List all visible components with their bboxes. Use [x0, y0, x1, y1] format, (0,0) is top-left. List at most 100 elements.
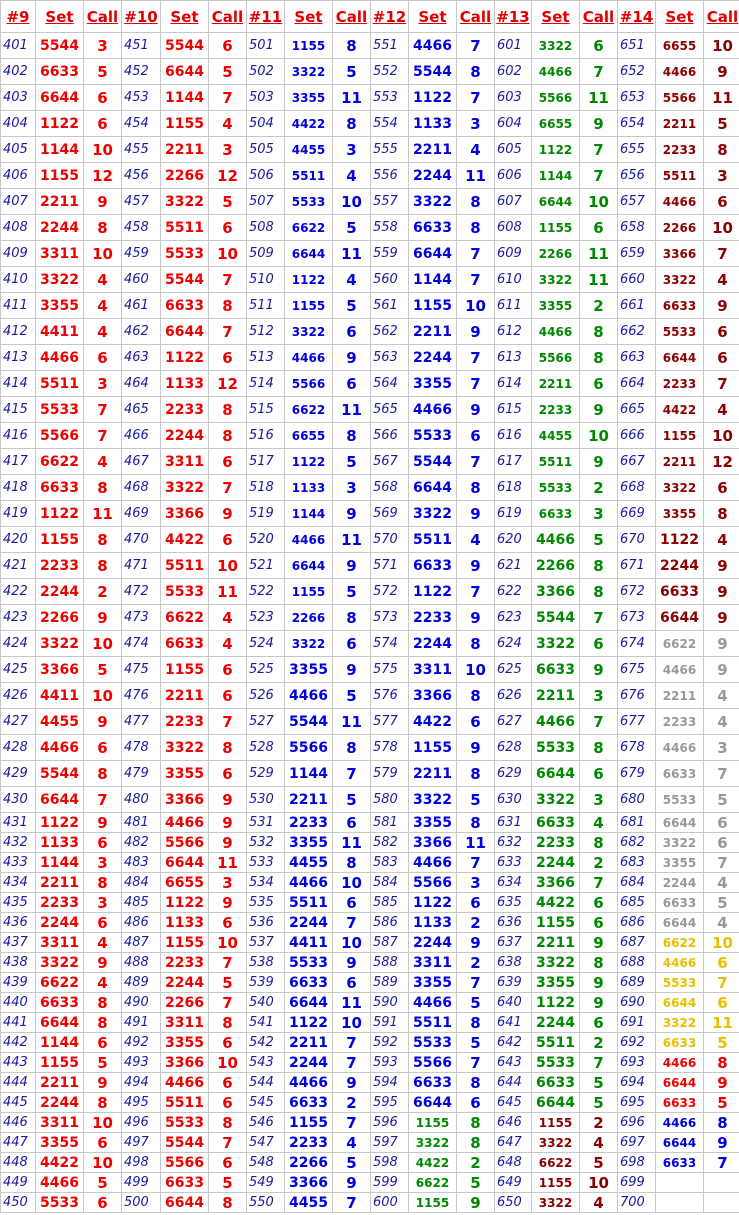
set-cell: 2244	[160, 972, 209, 993]
call-cell: 8	[83, 214, 122, 241]
draw-number-cell: 425	[0, 656, 36, 683]
call-cell: 5	[703, 1092, 739, 1113]
call-cell: 6	[332, 972, 371, 993]
call-cell: 6	[579, 370, 618, 397]
set-cell: 2244	[408, 344, 457, 371]
set-cell: 6644	[655, 912, 704, 933]
call-cell: 9	[332, 656, 371, 683]
call-cell: 4	[332, 162, 371, 189]
call-cell: 5	[208, 972, 247, 993]
set-cell: 1122	[35, 110, 84, 137]
set-cell: 2233	[531, 832, 580, 853]
draw-number-cell: 491	[121, 1012, 161, 1033]
draw-number-cell: 617	[494, 448, 532, 475]
call-cell: 7	[456, 1052, 495, 1073]
column-header-call: Call	[208, 0, 247, 33]
set-cell: 3311	[408, 656, 457, 683]
set-cell: 2211	[655, 448, 704, 475]
draw-number-cell: 550	[246, 1192, 285, 1213]
set-cell: 1122	[284, 1012, 333, 1033]
draw-number-cell: 608	[494, 214, 532, 241]
set-cell: 4466	[284, 344, 333, 371]
draw-number-cell: 556	[370, 162, 409, 189]
draw-number-cell: 675	[617, 656, 656, 683]
call-cell: 12	[703, 448, 739, 475]
set-cell: 6644	[284, 240, 333, 267]
set-cell: 3322	[655, 266, 704, 293]
draw-number-cell: 496	[121, 1112, 161, 1133]
call-cell: 9	[456, 734, 495, 761]
call-cell: 4	[208, 110, 247, 137]
set-cell: 6633	[35, 992, 84, 1013]
set-cell: 2211	[35, 872, 84, 893]
set-cell: 4466	[284, 1072, 333, 1093]
set-cell: 5566	[160, 832, 209, 853]
set-cell: 5566	[655, 84, 704, 111]
draw-number-cell: 426	[0, 682, 36, 709]
draw-number-cell: 590	[370, 992, 409, 1013]
call-cell: 7	[579, 604, 618, 631]
call-cell: 6	[208, 1092, 247, 1113]
set-cell: 3322	[531, 1192, 580, 1213]
set-cell: 2244	[655, 552, 704, 579]
call-cell: 9	[579, 448, 618, 475]
call-cell: 9	[332, 344, 371, 371]
call-cell: 9	[456, 396, 495, 423]
call-cell: 4	[579, 812, 618, 833]
draw-number-cell: 514	[246, 370, 285, 397]
set-cell: 4466	[655, 188, 704, 215]
call-cell: 7	[456, 448, 495, 475]
draw-number-cell: 480	[121, 786, 161, 813]
call-cell: 4	[579, 1192, 618, 1213]
call-cell	[703, 1192, 739, 1213]
call-cell: 7	[456, 240, 495, 267]
call-cell: 8	[83, 1092, 122, 1113]
draw-number-cell: 683	[617, 852, 656, 873]
table-row: 412 4411 4 462 6644 7 512 3322 6 562 2211 9 612 4466 8…	[0, 318, 739, 345]
call-cell: 3	[579, 786, 618, 813]
call-cell: 7	[208, 708, 247, 735]
set-cell: 3366	[408, 682, 457, 709]
draw-number-cell: 414	[0, 370, 36, 397]
set-cell: 5511	[531, 1032, 580, 1053]
call-cell: 9	[208, 812, 247, 833]
draw-number-cell: 456	[121, 162, 161, 189]
call-cell: 6	[456, 892, 495, 913]
set-cell: 6622	[531, 1152, 580, 1173]
draw-number-cell: 515	[246, 396, 285, 423]
call-cell: 5	[456, 786, 495, 813]
set-cell: 5533	[160, 578, 209, 605]
draw-number-cell: 424	[0, 630, 36, 657]
call-cell: 5	[703, 1032, 739, 1053]
call-cell: 6	[208, 526, 247, 553]
call-cell: 9	[703, 1072, 739, 1093]
draw-number-cell: 534	[246, 872, 285, 893]
call-cell: 9	[703, 630, 739, 657]
set-cell: 3355	[531, 972, 580, 993]
set-cell: 5511	[160, 214, 209, 241]
call-cell: 7	[208, 992, 247, 1013]
call-cell: 2	[456, 952, 495, 973]
draw-number-cell: 441	[0, 1012, 36, 1033]
draw-number-cell: 512	[246, 318, 285, 345]
call-cell: 10	[332, 1012, 371, 1033]
draw-number-cell: 563	[370, 344, 409, 371]
set-cell: 2211	[160, 136, 209, 163]
draw-number-cell: 649	[494, 1172, 532, 1193]
call-cell: 5	[456, 1032, 495, 1053]
call-cell: 8	[208, 1012, 247, 1033]
set-cell: 5544	[408, 58, 457, 85]
draw-number-cell: 473	[121, 604, 161, 631]
call-cell: 6	[456, 1092, 495, 1113]
set-cell: 2244	[160, 422, 209, 449]
call-cell: 9	[332, 1172, 371, 1193]
draw-number-cell: 500	[121, 1192, 161, 1213]
call-cell: 8	[456, 1112, 495, 1133]
draw-number-cell: 471	[121, 552, 161, 579]
table-row: 422 2244 2 472 5533 11 522 1155 5 572 1122 7 622 3366…	[0, 578, 739, 605]
draw-number-cell: 693	[617, 1052, 656, 1073]
set-cell: 6644	[160, 318, 209, 345]
call-cell: 9	[703, 58, 739, 85]
set-cell: 2233	[284, 812, 333, 833]
draw-number-cell: 468	[121, 474, 161, 501]
